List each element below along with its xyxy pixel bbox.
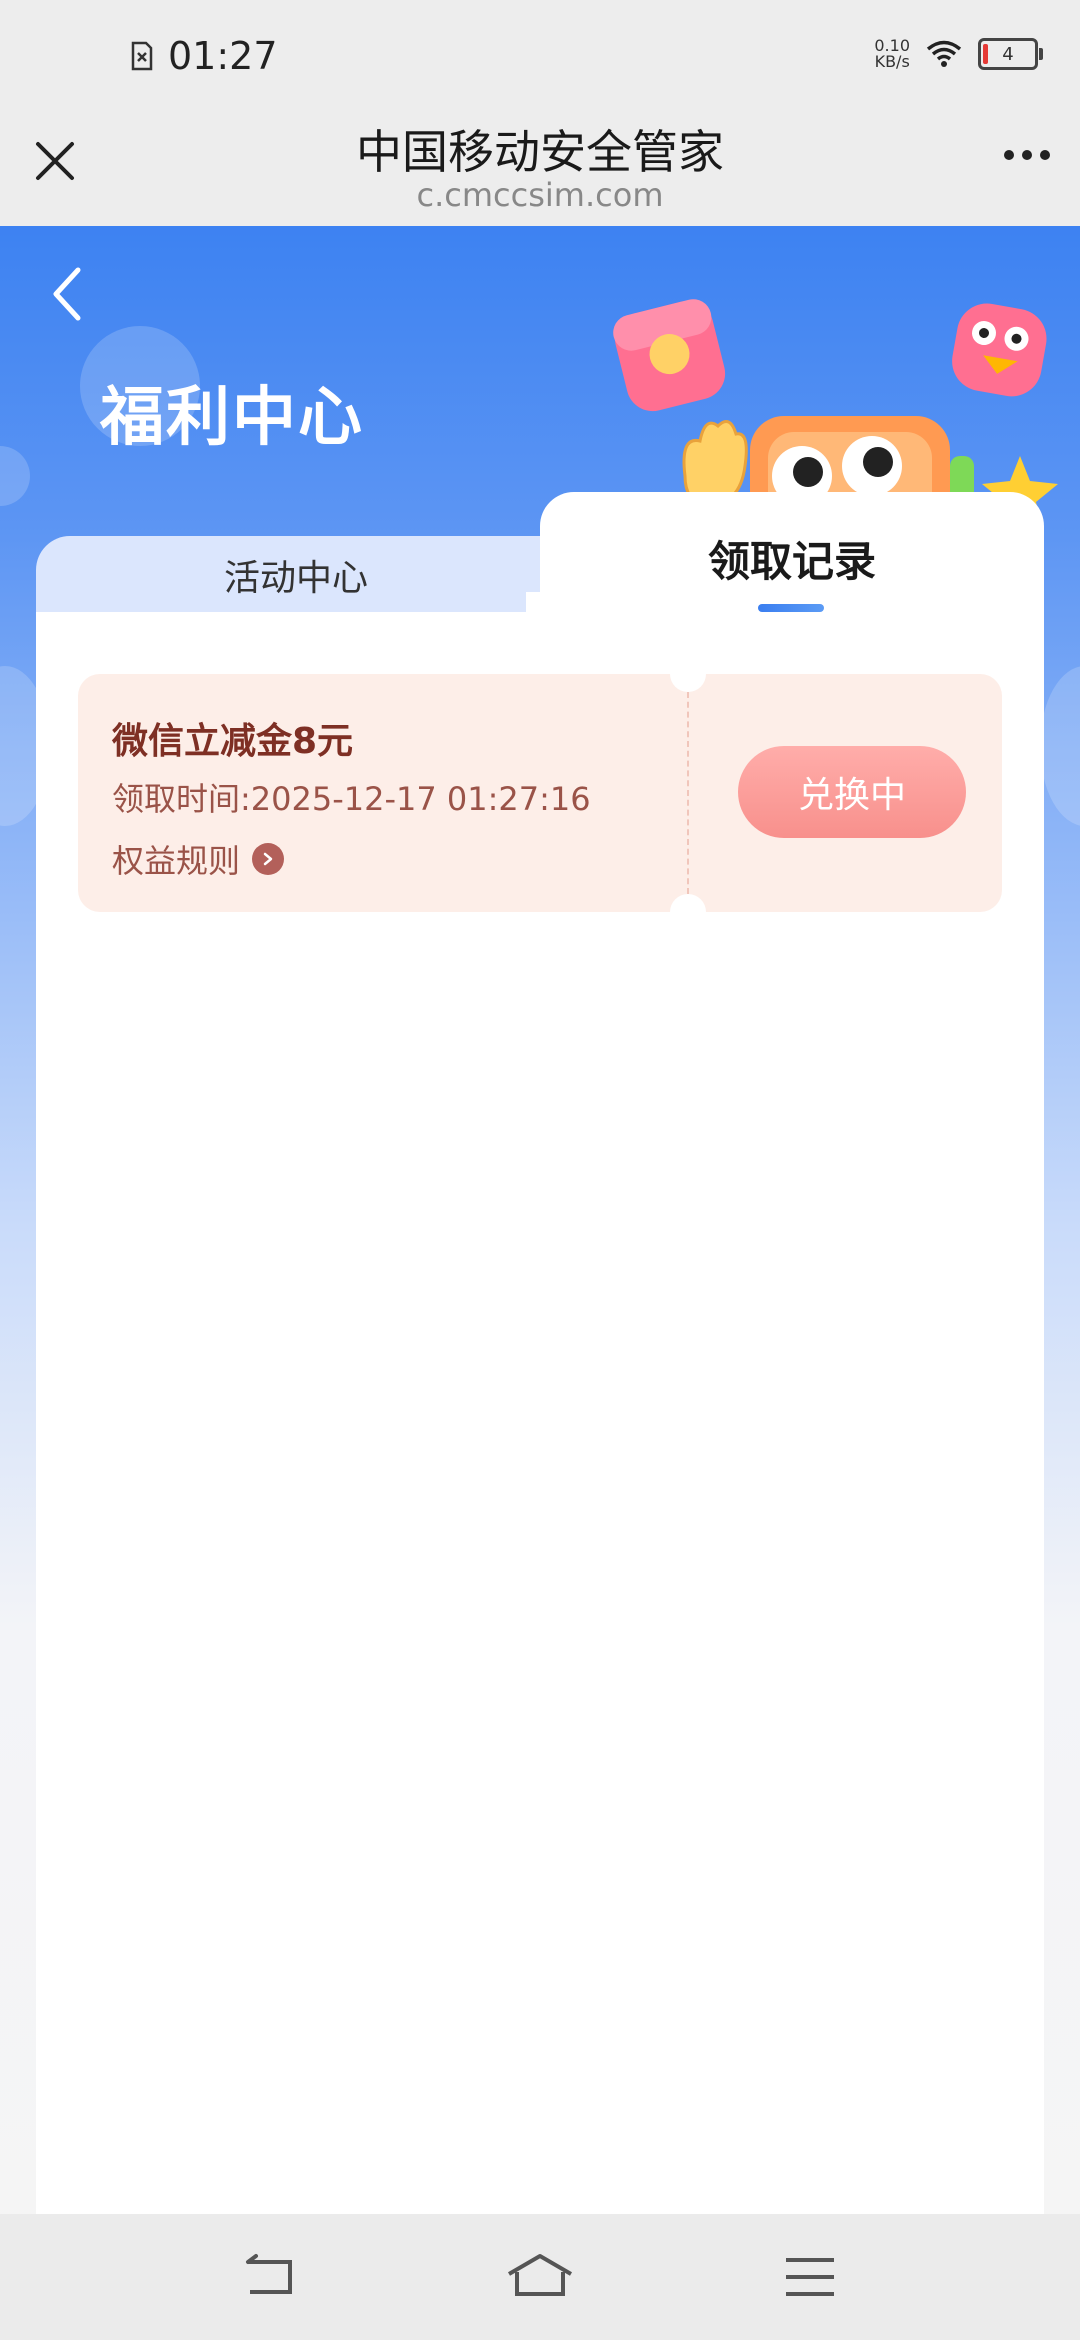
battery-level: 4 — [1002, 43, 1014, 65]
tab-label-active: 领取记录 — [707, 537, 876, 586]
network-speed-unit: KB/s — [874, 52, 910, 71]
system-nav-bar — [0, 2214, 1080, 2340]
more-dot — [1040, 150, 1050, 160]
benefit-rules-label: 权益规则 — [112, 842, 241, 880]
sim-card-icon — [131, 41, 153, 71]
card-notch — [670, 894, 706, 912]
record-time: 领取时间:2025-12-17 01:27:16 — [112, 780, 591, 818]
welfare-page: 福利中心 活动中心 领取记录 — [0, 226, 1080, 2214]
battery-icon: 4 — [978, 38, 1043, 70]
chevron-right-icon — [252, 843, 285, 875]
wifi-icon — [926, 40, 962, 67]
more-dot — [1004, 150, 1014, 160]
redeeming-status-button[interactable]: 兑换中 — [738, 746, 966, 838]
nav-back-icon[interactable] — [240, 2252, 300, 2302]
status-right: 0.10 KB/s 4 — [874, 38, 1043, 70]
decor-bubble — [0, 446, 30, 506]
status-bar: 01:27 0.10 KB/s 4 — [0, 0, 1080, 100]
nav-menu-icon[interactable] — [780, 2252, 840, 2302]
back-arrow-icon[interactable] — [44, 264, 94, 324]
nav-home-icon[interactable] — [505, 2252, 575, 2302]
page-url: c.cmccsim.com — [416, 176, 664, 214]
active-tab-indicator — [758, 604, 824, 612]
browser-title-bar: 中国移动安全管家 c.cmccsim.com — [0, 100, 1080, 226]
benefit-rules-link[interactable]: 权益规则 — [112, 836, 285, 882]
page-site-title: 中国移动安全管家 — [356, 125, 724, 179]
card-divider — [687, 692, 689, 894]
more-dot — [1022, 150, 1032, 160]
network-speed: 0.10 KB/s — [874, 38, 910, 70]
record-title: 微信立减金8元 — [112, 721, 354, 762]
status-left: 01:27 — [130, 34, 278, 78]
page-title: 福利中心 — [100, 381, 364, 455]
decor-bubble — [1040, 666, 1080, 826]
card-notch — [670, 674, 706, 692]
status-time: 01:27 — [168, 34, 278, 78]
more-icon[interactable] — [1004, 150, 1050, 160]
record-card: 微信立减金8元 领取时间:2025-12-17 01:27:16 权益规则 兑换… — [78, 674, 1002, 912]
